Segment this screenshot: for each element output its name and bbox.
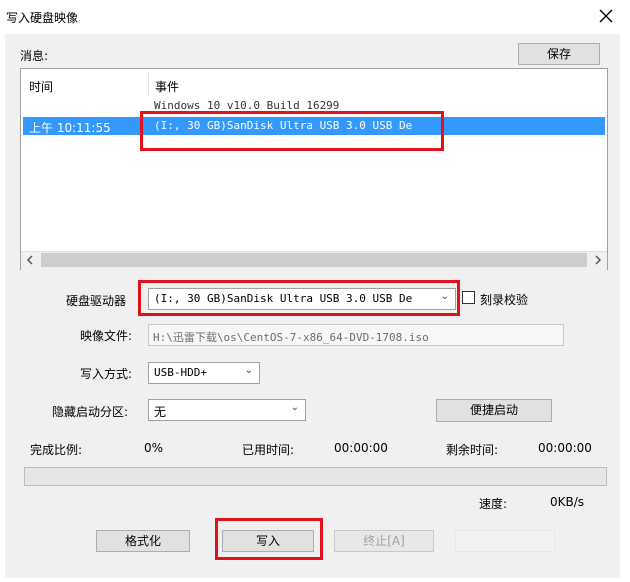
done-value: 0% xyxy=(144,441,164,455)
return-button[interactable] xyxy=(455,530,555,552)
annotation-box-selected-row xyxy=(140,111,444,151)
title-bar xyxy=(0,0,630,34)
verify-checkbox[interactable] xyxy=(462,291,475,304)
hidden-partition-select[interactable]: 无 ⌄ xyxy=(148,399,306,421)
scroll-left-icon[interactable] xyxy=(25,255,35,265)
done-label: 完成比例: xyxy=(30,443,83,457)
image-file-label: 映像文件: xyxy=(80,329,133,343)
scrollbar-thumb[interactable] xyxy=(41,253,587,267)
image-file-path: H:\迅雷下载\os\CentOS-7-x86_64-DVD-1708.iso xyxy=(153,331,429,344)
column-divider xyxy=(148,73,149,95)
drive-label: 硬盘驱动器 xyxy=(66,294,127,308)
quick-boot-button[interactable]: 便捷启动 xyxy=(436,399,552,422)
chevron-down-icon: ⌄ xyxy=(244,365,253,376)
stop-button[interactable]: 终止[A] xyxy=(334,530,434,552)
chevron-down-icon: ⌄ xyxy=(290,402,299,413)
speed-value: 0KB/s xyxy=(550,495,585,509)
format-button[interactable]: 格式化 xyxy=(96,530,190,552)
write-method-label: 写入方式: xyxy=(80,367,133,381)
close-icon[interactable] xyxy=(596,6,616,26)
annotation-box-write xyxy=(215,518,323,560)
annotation-box-drive xyxy=(138,280,460,316)
save-button[interactable]: 保存 xyxy=(518,43,600,65)
message-list[interactable]: 时间 事件 Windows 10 v10.0 Build 16299 上午 10… xyxy=(20,68,608,270)
progress-bar xyxy=(24,467,607,486)
column-header-event[interactable]: 事件 xyxy=(155,78,179,95)
remaining-label: 剩余时间: xyxy=(446,443,499,457)
write-method-value: USB-HDD+ xyxy=(154,366,207,379)
column-header-time[interactable]: 时间 xyxy=(29,78,53,95)
image-file-field[interactable]: H:\迅雷下载\os\CentOS-7-x86_64-DVD-1708.iso xyxy=(148,324,564,346)
window-title: 写入硬盘映像 xyxy=(6,11,79,25)
scroll-right-icon[interactable] xyxy=(593,255,603,265)
list-item-time: 上午 10:11:55 xyxy=(29,121,111,135)
hidden-partition-label: 隐藏启动分区: xyxy=(52,405,129,419)
remaining-value: 00:00:00 xyxy=(538,441,592,455)
verify-label: 刻录校验 xyxy=(480,293,529,307)
hidden-partition-value: 无 xyxy=(154,405,167,419)
elapsed-value: 00:00:00 xyxy=(334,441,388,455)
write-method-select[interactable]: USB-HDD+ ⌄ xyxy=(148,362,260,384)
elapsed-label: 已用时间: xyxy=(242,443,295,457)
speed-label: 速度: xyxy=(479,497,508,511)
messages-label: 消息: xyxy=(20,49,49,63)
